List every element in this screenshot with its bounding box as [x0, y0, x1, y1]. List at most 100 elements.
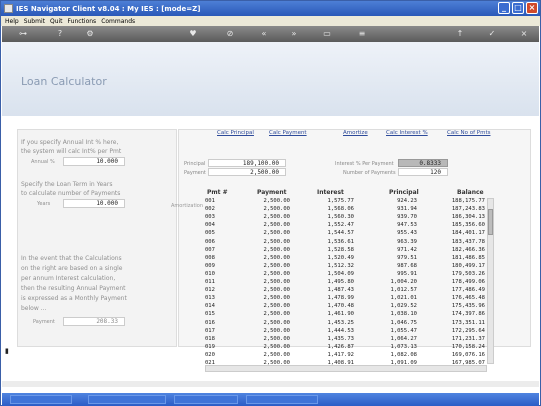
gear-icon[interactable]: ⚙: [84, 28, 96, 40]
cell-interest: 1,552.47: [327, 222, 355, 229]
taskbar-item-4[interactable]: [246, 395, 318, 404]
menu-submit[interactable]: Submit: [24, 18, 45, 25]
maximize-button[interactable]: □: [512, 2, 524, 14]
table-row[interactable]: 012 2,500.00 1,487.43 1,012.57 177,486.49: [205, 287, 487, 295]
cell-balance: 176,465.48: [451, 295, 485, 302]
table-row[interactable]: 010 2,500.00 1,504.09 995.91 179,503.26: [205, 271, 487, 279]
cell-payment: 2,500.00: [263, 198, 291, 204]
cell-pmt: 004: [205, 222, 215, 229]
cell-pmt: 005: [205, 230, 215, 237]
event-help-line-3: per annum Interest calculation,: [21, 275, 116, 282]
annual-input[interactable]: 10.000: [63, 157, 125, 166]
cell-interest: 1,504.09: [327, 270, 355, 277]
cell-balance: 175,435.96: [451, 303, 485, 310]
table-row[interactable]: 008 2,500.00 1,520.49 979.51 181,486.85: [205, 255, 487, 263]
calc-principal-link[interactable]: Calc Principal: [217, 130, 254, 136]
cell-balance: 180,499.17: [451, 262, 485, 269]
table-vertical-scrollbar[interactable]: [487, 198, 494, 364]
minimize-button[interactable]: _: [498, 2, 510, 14]
cell-balance: 178,499.06: [451, 279, 485, 285]
interest-input[interactable]: 0.8333: [398, 159, 448, 167]
forward-icon[interactable]: »: [288, 28, 300, 40]
calc-payment-link[interactable]: Calc Payment: [269, 130, 307, 136]
table-horizontal-scrollbar[interactable]: [205, 365, 487, 372]
taskbar-item-3[interactable]: [174, 395, 238, 404]
annual-help-line-2: the system will calc Int% per Pmt: [21, 148, 122, 155]
taskbar-item-1[interactable]: [10, 395, 72, 404]
taskbar-item-2[interactable]: [88, 395, 166, 404]
cell-pmt: 011: [205, 279, 215, 285]
menu-functions[interactable]: Functions: [68, 18, 97, 25]
table-row[interactable]: 006 2,500.00 1,536.61 963.39 183,437.78: [205, 239, 487, 247]
cell-balance: 183,437.78: [451, 238, 485, 245]
numpayments-input[interactable]: 120: [398, 168, 448, 176]
cell-interest: 1,520.49: [327, 254, 355, 261]
close-button[interactable]: ×: [526, 2, 538, 14]
table-row[interactable]: 002 2,500.00 1,568.06 931.94 187,243.83: [205, 206, 487, 214]
years-input[interactable]: 10.000: [63, 199, 125, 208]
calc-no-of-pmts-link[interactable]: Calc No of Pmts: [447, 130, 490, 136]
cell-payment: 2,500.00: [263, 246, 291, 253]
cell-interest: 1,435.73: [327, 335, 355, 342]
check-icon[interactable]: ✓: [486, 28, 498, 40]
cell-interest: 1,544.57: [327, 230, 355, 237]
cell-pmt: 003: [205, 214, 215, 221]
cell-balance: 188,175.77: [451, 198, 485, 204]
menu-help[interactable]: Help: [5, 18, 19, 25]
table-row[interactable]: 017 2,500.00 1,444.53 1,055.47 172,295.64: [205, 328, 487, 336]
cell-balance: 170,158.24: [451, 343, 485, 350]
cell-principal: 995.91: [397, 270, 417, 277]
toolbar: ⊶ ? ⚙ ♥ ⊘ « » ▭ ≡ ↑ ✓ ×: [2, 26, 539, 42]
table-row[interactable]: 013 2,500.00 1,478.99 1,021.01 176,465.48: [205, 295, 487, 303]
cell-payment: 2,500.00: [263, 214, 291, 221]
cell-principal: 971.42: [397, 246, 417, 253]
table-row[interactable]: 019 2,500.00 1,426.87 1,073.13 170,158.24: [205, 344, 487, 352]
menu-quit[interactable]: Quit: [50, 18, 63, 25]
cell-balance: 172,295.64: [451, 327, 485, 334]
table-row[interactable]: 011 2,500.00 1,495.80 1,004.20 178,499.06: [205, 279, 487, 287]
cell-interest: 1,512.32: [327, 262, 355, 269]
up-icon[interactable]: ↑: [454, 28, 466, 40]
table-scroll-thumb[interactable]: [488, 209, 493, 235]
cell-payment: 2,500.00: [263, 343, 291, 350]
cell-principal: 1,029.52: [390, 303, 418, 310]
calc-interest-link[interactable]: Calc Interest %: [386, 130, 428, 136]
back-icon[interactable]: «: [258, 28, 270, 40]
years-label: Years: [37, 201, 51, 207]
payment-input[interactable]: 2,500.00: [208, 168, 286, 176]
payment-label: Payment: [184, 170, 206, 176]
principal-input[interactable]: 189,100.00: [208, 159, 286, 167]
cell-balance: 181,486.85: [451, 254, 485, 261]
event-help-line-6: below ...: [21, 305, 47, 312]
table-row[interactable]: 004 2,500.00 1,552.47 947.53 185,356.60: [205, 222, 487, 230]
cell-balance: 187,243.83: [451, 206, 485, 213]
table-row[interactable]: 014 2,500.00 1,470.48 1,029.52 175,435.96: [205, 303, 487, 311]
table-row[interactable]: 005 2,500.00 1,544.57 955.43 184,401.17: [205, 230, 487, 238]
table-row[interactable]: 015 2,500.00 1,461.90 1,038.10 174,397.86: [205, 311, 487, 319]
heart-icon[interactable]: ♥: [187, 28, 199, 40]
cell-pmt: 014: [205, 303, 215, 310]
list-icon[interactable]: ≡: [356, 28, 368, 40]
help-icon[interactable]: ?: [54, 28, 66, 40]
header-balance: Balance: [457, 189, 484, 196]
table-row[interactable]: 007 2,500.00 1,528.58 971.42 182,466.36: [205, 247, 487, 255]
table-row[interactable]: 003 2,500.00 1,560.30 939.70 186,304.13: [205, 214, 487, 222]
sidebar-payment-output: 208.33: [63, 317, 125, 326]
cancel-icon[interactable]: ×: [518, 28, 530, 40]
cell-payment: 2,500.00: [263, 238, 291, 245]
window-icon[interactable]: ▭: [321, 28, 333, 40]
key-icon[interactable]: ⊶: [12, 28, 34, 40]
cell-balance: 185,356.60: [451, 222, 485, 229]
stop-icon[interactable]: ⊘: [224, 28, 236, 40]
amortize-link[interactable]: Amortize: [343, 130, 368, 136]
menu-commands[interactable]: Commands: [101, 18, 135, 25]
table-row[interactable]: 001 2,500.00 1,575.77 924.23 188,175.77: [205, 198, 487, 206]
event-help-line-1: In the event that the Calculations: [21, 255, 122, 262]
cell-interest: 1,426.87: [327, 343, 355, 350]
table-row[interactable]: 020 2,500.00 1,417.92 1,082.08 169,076.16: [205, 352, 487, 360]
table-row[interactable]: 016 2,500.00 1,453.25 1,046.75 173,351.11: [205, 320, 487, 328]
cell-payment: 2,500.00: [263, 295, 291, 302]
table-row[interactable]: 009 2,500.00 1,512.32 987.68 180,499.17: [205, 263, 487, 271]
cell-pmt: 018: [205, 335, 215, 342]
table-row[interactable]: 018 2,500.00 1,435.73 1,064.27 171,231.37: [205, 336, 487, 344]
